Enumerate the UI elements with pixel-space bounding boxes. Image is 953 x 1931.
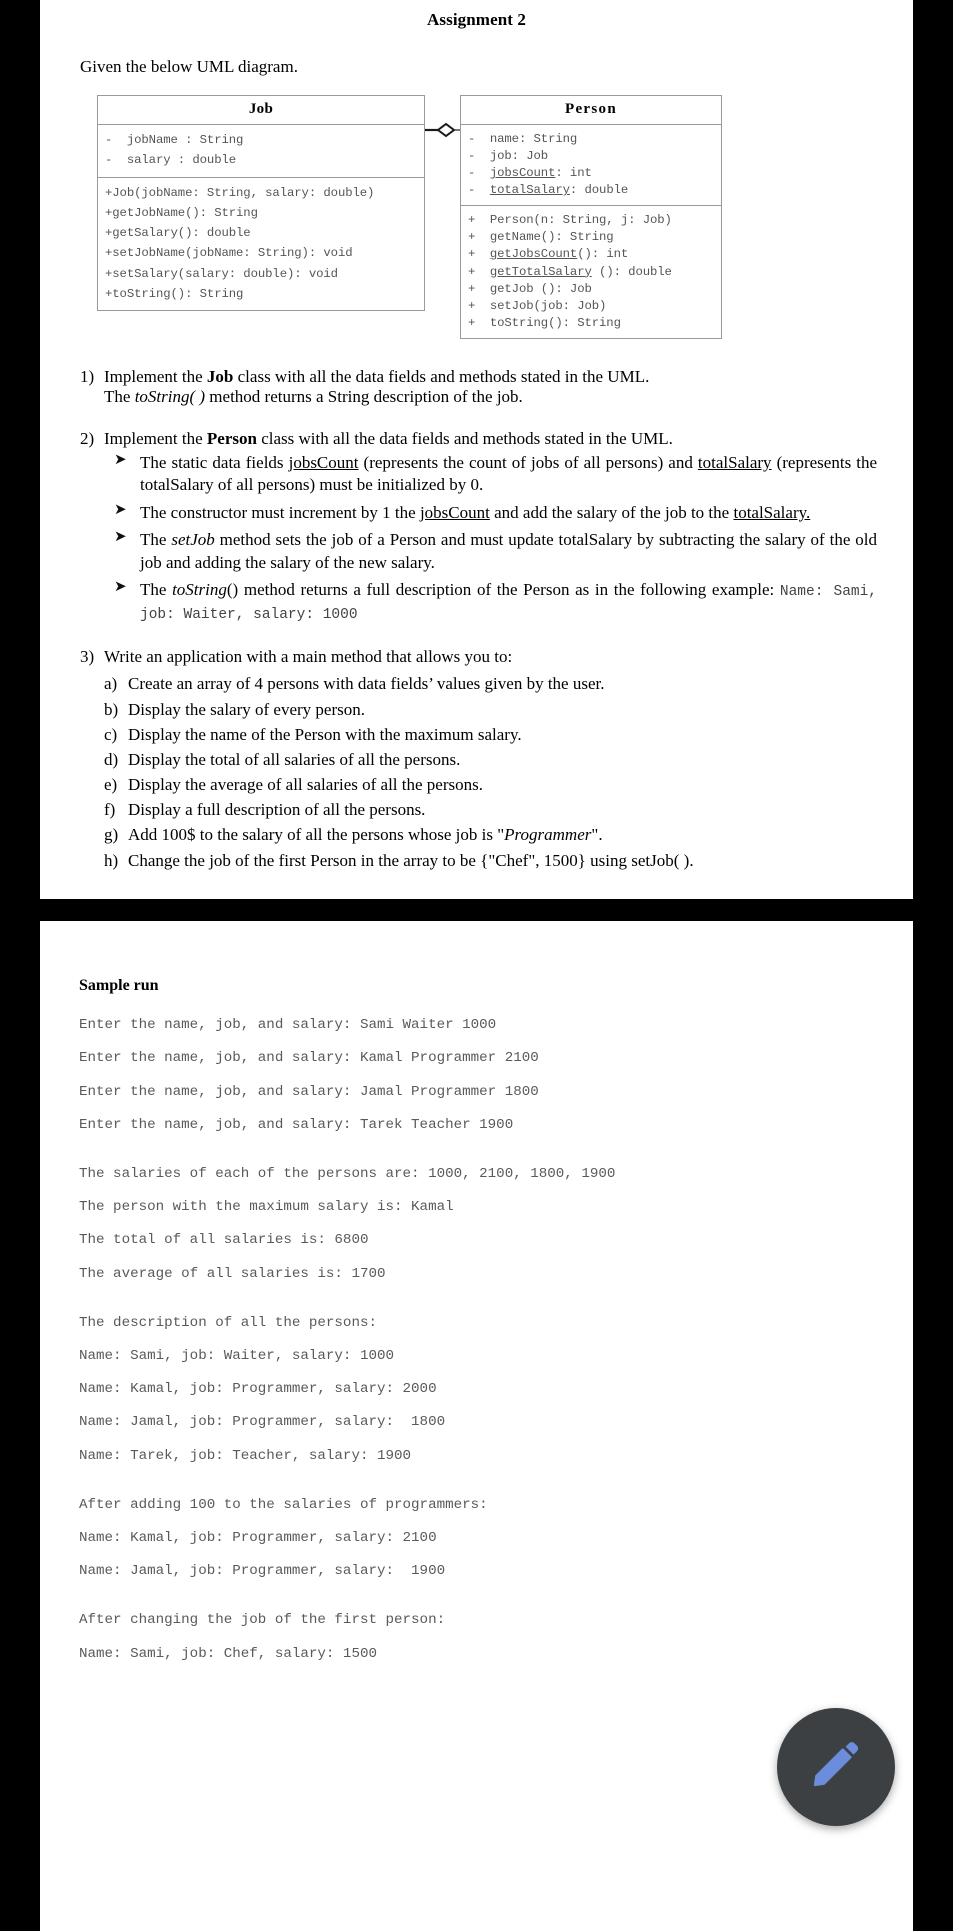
task-1-line-2: The toString( ) method returns a String … (104, 387, 523, 406)
uml-method-static: + getTotalSalary (): double (468, 264, 672, 279)
uml-class-person-title: Person (461, 96, 721, 125)
task-number: 2) (80, 429, 95, 448)
arrow-bullet-icon: ➤ (114, 529, 127, 546)
uml-method: + toString(): String (468, 316, 621, 331)
sublist-item: f) Display a full description of all the … (104, 800, 426, 820)
sublist-item: e) Display the average of all salaries of… (104, 775, 483, 795)
task-3-sublist: a) Create an array of 4 persons with data… (104, 671, 877, 872)
uml-method: + getName(): String (468, 229, 614, 244)
uml-field: - jobName : String (105, 133, 244, 147)
task-item-2: 2) Implement the Person class with all t… (80, 429, 877, 625)
task-2-bullets: ➤ The static data fields jobsCount (repr… (104, 452, 877, 625)
uml-class-job-methods: +Job(jobName: String, salary: double) +g… (98, 178, 424, 311)
console-line: After adding 100 to the salaries of prog… (79, 1496, 488, 1513)
console-line: Enter the name, job, and salary: Kamal P… (79, 1050, 539, 1067)
page-title: Assignment 2 (427, 10, 526, 29)
uml-method: + Person(n: String, j: Job) (468, 212, 672, 227)
task-number: 1) (80, 367, 95, 386)
uml-method: + getJob (): Job (468, 281, 592, 296)
arrow-bullet-icon: ➤ (114, 452, 127, 468)
console-line: After changing the job of the first pers… (79, 1612, 446, 1629)
console-line: Name: Kamal, job: Programmer, salary: 21… (79, 1530, 437, 1547)
uml-method: +setJobName(jobName: String): void (105, 246, 353, 261)
document-page-1: Assignment 2 Given the below UML diagram… (40, 0, 913, 899)
task-2-bullet: ➤ The static data fields jobsCount (repr… (114, 452, 878, 495)
uml-method: +toString(): String (105, 287, 244, 302)
console-line: The description of all the persons: (79, 1314, 377, 1331)
edit-fab-button[interactable] (777, 1707, 895, 1826)
console-line: Name: Sami, job: Waiter, salary: 1000 (79, 1348, 395, 1365)
sublist-item: d) Display the total of all salaries of a… (104, 749, 461, 769)
uml-class-job-title: Job (98, 96, 424, 125)
document-page-2: Sample run Enter the name, job, and sala… (40, 920, 913, 1931)
uml-field: - salary : double (105, 153, 237, 168)
pencil-icon (808, 1736, 864, 1797)
console-line: Name: Jamal, job: Programmer, salary: 19… (79, 1563, 446, 1580)
intro-text: Given the below UML diagram. (80, 57, 298, 76)
console-line: The total of all salaries is: 6800 (79, 1232, 369, 1249)
console-line: The average of all salaries is: 1700 (79, 1265, 386, 1282)
console-line: Name: Tarek, job: Teacher, salary: 1900 (79, 1447, 412, 1464)
uml-class-job-fields: - jobName : String - salary : double (98, 125, 424, 178)
uml-field-static: - totalSalary: double (468, 183, 629, 198)
task-3-line-1: Write an application with a main method … (104, 647, 513, 667)
console-line: The person with the maximum salary is: K… (79, 1199, 454, 1216)
arrow-bullet-icon: ➤ (114, 579, 127, 596)
uml-method: +setSalary(salary: double): void (105, 266, 338, 281)
sample-run-console: Enter the name, job, and salary: Sami Wa… (79, 1009, 877, 1671)
task-2-line-1: Implement the Person class with all the … (104, 429, 673, 448)
task-1-line-1: Implement the Job class with all the dat… (104, 367, 650, 386)
task-item-3: 3) Write an application with a main meth… (80, 647, 877, 872)
console-line: Name: Kamal, job: Programmer, salary: 20… (79, 1381, 437, 1398)
uml-class-job: Job - jobName : String - salary : double… (97, 95, 425, 312)
task-number: 3) (80, 647, 95, 667)
sample-run-heading: Sample run (79, 976, 159, 994)
uml-method: +getJobName(): String (105, 205, 258, 220)
sublist-item: a) Create an array of 4 persons with data… (104, 674, 605, 694)
console-line: Name: Sami, job: Chef, salary: 1500 (79, 1645, 377, 1662)
uml-method: +getSalary(): double (105, 226, 251, 241)
uml-field: - name: String (468, 131, 578, 146)
task-2-bullet: ➤ The setJob method sets the job of a Pe… (114, 529, 877, 572)
sublist-item: c) Display the name of the Person with th… (104, 724, 522, 744)
uml-class-person-fields: - name: String - job: Job - jobsCount: i… (461, 125, 721, 207)
task-2-bullet: ➤ The toString() method returns a full d… (114, 579, 878, 624)
uml-class-person: Person - name: String - job: Job - jobsC… (460, 95, 722, 340)
console-line: Enter the name, job, and salary: Sami Wa… (79, 1017, 497, 1034)
sublist-item: b) Display the salary of every person. (104, 699, 365, 719)
console-line: Name: Jamal, job: Programmer, salary: 18… (79, 1414, 446, 1431)
console-line: Enter the name, job, and salary: Jamal P… (79, 1083, 539, 1100)
uml-aggregation-connector (425, 121, 460, 139)
console-line: Enter the name, job, and salary: Tarek T… (79, 1116, 514, 1133)
uml-method-static: + getJobsCount(): int (468, 247, 629, 262)
uml-field: - job: Job (468, 148, 549, 163)
task-2-bullet: ➤ The constructor must increment by 1 th… (114, 501, 811, 522)
sublist-item: h) Change the job of the first Person in … (104, 850, 694, 870)
arrow-bullet-icon: ➤ (114, 501, 127, 518)
sublist-item: g) Add 100$ to the salary of all the pers… (104, 825, 603, 845)
uml-method: + setJob(job: Job) (468, 299, 607, 314)
console-line: The salaries of each of the persons are:… (79, 1166, 616, 1182)
uml-class-person-methods: + Person(n: String, j: Job) + getName():… (461, 206, 721, 338)
uml-diagram: Job - jobName : String - salary : double… (76, 95, 877, 345)
uml-field-static: - jobsCount: int (468, 166, 592, 181)
page-separator (0, 898, 953, 921)
task-item-1: 1) Implement the Job class with all the … (80, 367, 877, 407)
uml-method: +Job(jobName: String, salary: double) (105, 185, 375, 200)
task-list: 1) Implement the Job class with all the … (76, 367, 877, 873)
